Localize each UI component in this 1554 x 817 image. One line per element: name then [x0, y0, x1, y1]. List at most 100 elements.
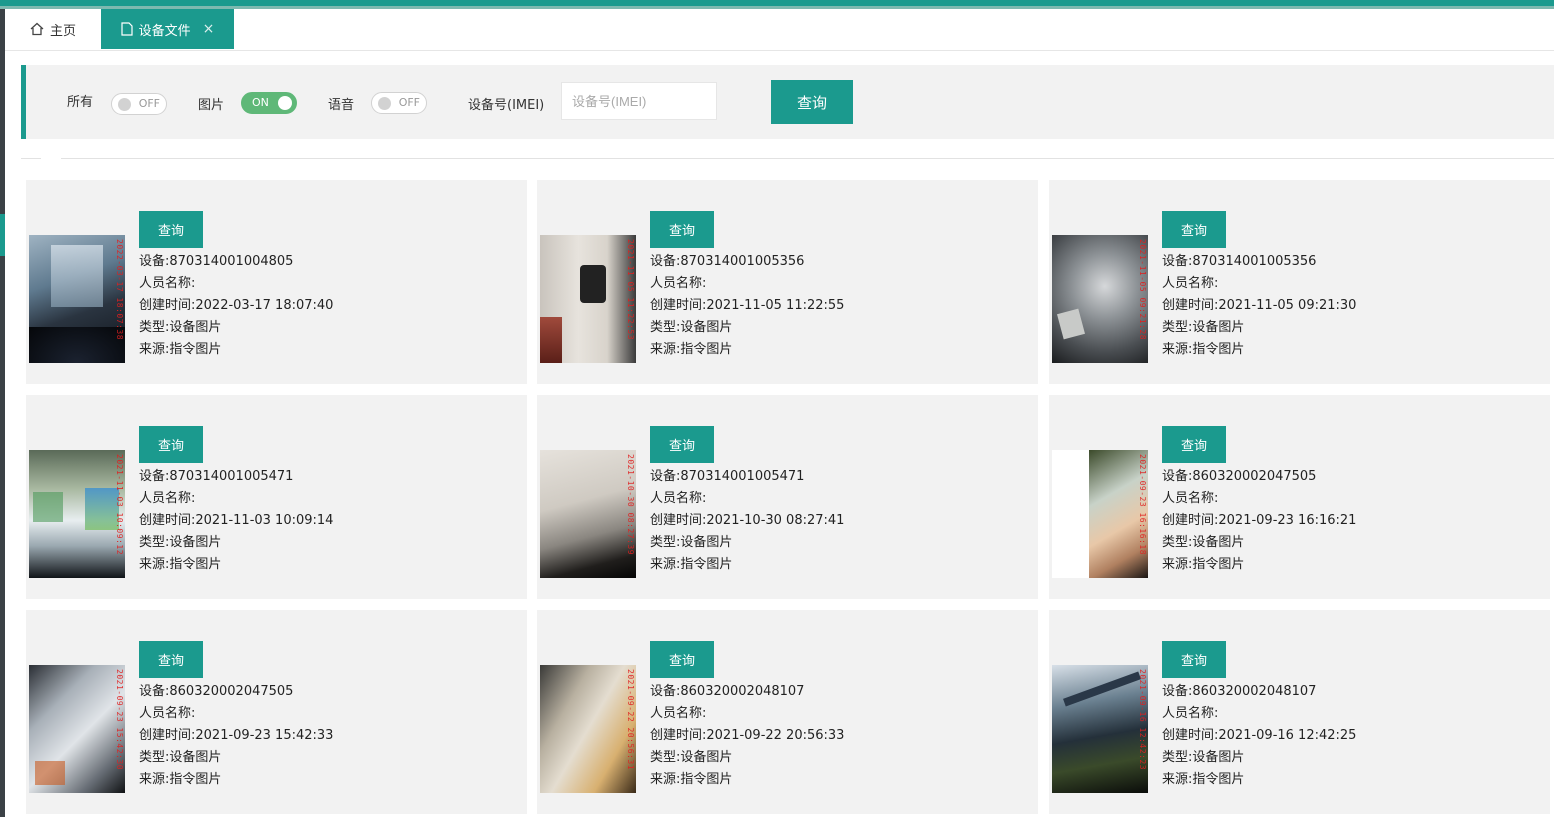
- card-query-button[interactable]: 查询: [1162, 641, 1226, 678]
- file-thumbnail[interactable]: 2021-09-22 20:56:31: [540, 665, 636, 793]
- filter-voice-label: 语音: [328, 98, 355, 113]
- divider: [21, 158, 41, 159]
- imei-input[interactable]: [561, 82, 717, 120]
- card-device: 设备:870314001005471: [650, 469, 805, 484]
- switch-knob: [278, 96, 292, 110]
- card-created: 创建时间:2022-03-17 18:07:40: [139, 298, 334, 313]
- file-thumbnail[interactable]: 2021-09-23 15:42:30: [29, 665, 125, 793]
- card-created: 创建时间:2021-10-30 08:27:41: [650, 513, 845, 528]
- sidebar-active-marker: [0, 214, 5, 256]
- card-query-button[interactable]: 查询: [1162, 426, 1226, 463]
- card-query-button[interactable]: 查询: [1162, 211, 1226, 248]
- card-person: 人员名称:: [650, 706, 707, 721]
- file-thumbnail[interactable]: 2022-03-17 18:07:38: [29, 235, 125, 363]
- card-type: 类型:设备图片: [650, 535, 733, 550]
- switch-knob: [378, 97, 391, 110]
- tab-bar: 主页 设备文件 ×: [5, 9, 1554, 51]
- card-source: 来源:指令图片: [650, 557, 733, 572]
- file-card: 2021-09-23 15:42:30 查询 设备:86032000204750…: [26, 610, 527, 814]
- tab-device-files[interactable]: 设备文件 ×: [101, 9, 234, 49]
- card-person: 人员名称:: [139, 276, 196, 291]
- card-created: 创建时间:2021-09-16 12:42:25: [1162, 728, 1357, 743]
- file-thumbnail[interactable]: 2021-10-30 08:27:39: [540, 450, 636, 578]
- tab-device-files-label: 设备文件: [138, 23, 191, 39]
- file-card: 2021-09-16 12:42:23 查询 设备:86032000204810…: [1049, 610, 1550, 814]
- card-created: 创建时间:2021-11-03 10:09:14: [139, 513, 334, 528]
- imei-label: 设备号(IMEI): [468, 98, 545, 113]
- card-person: 人员名称:: [650, 276, 707, 291]
- card-type: 类型:设备图片: [139, 750, 222, 765]
- card-device: 设备:870314001005471: [139, 469, 294, 484]
- card-query-button[interactable]: 查询: [139, 641, 203, 678]
- card-created: 创建时间:2021-09-23 15:42:33: [139, 728, 334, 743]
- card-type: 类型:设备图片: [650, 320, 733, 335]
- card-device: 设备:870314001005356: [1162, 254, 1317, 269]
- query-button[interactable]: 查询: [771, 80, 853, 124]
- card-device: 设备:860320002048107: [650, 684, 805, 699]
- thumbnail-timestamp: 2021-09-23 15:42:30: [115, 669, 124, 771]
- card-query-button[interactable]: 查询: [139, 426, 203, 463]
- file-card: 2021-11-03 10:09:12 查询 设备:87031400100547…: [26, 395, 527, 599]
- file-thumbnail[interactable]: 2021-09-23 16:16:18: [1052, 450, 1148, 578]
- thumbnail-timestamp: 2021-11-05 11:22:53: [626, 239, 635, 341]
- card-source: 来源:指令图片: [139, 772, 222, 787]
- card-type: 类型:设备图片: [139, 535, 222, 550]
- card-query-button[interactable]: 查询: [650, 426, 714, 463]
- thumbnail-timestamp: 2021-10-30 08:27:39: [626, 454, 635, 556]
- file-thumbnail[interactable]: 2021-11-05 09:21:28: [1052, 235, 1148, 363]
- thumbnail-timestamp: 2021-11-05 09:21:28: [1138, 239, 1147, 341]
- card-type: 类型:设备图片: [650, 750, 733, 765]
- file-card: 2021-11-05 09:21:28 查询 设备:87031400100535…: [1049, 180, 1550, 384]
- card-source: 来源:指令图片: [650, 772, 733, 787]
- divider: [61, 158, 1554, 159]
- file-card: 2021-11-05 11:22:53 查询 设备:87031400100535…: [537, 180, 1038, 384]
- card-query-button[interactable]: 查询: [650, 641, 714, 678]
- card-person: 人员名称:: [1162, 276, 1219, 291]
- filter-image-label: 图片: [198, 98, 225, 113]
- file-card: 2022-03-17 18:07:38 查询 设备:87031400100480…: [26, 180, 527, 384]
- switch-state-text: OFF: [138, 97, 160, 110]
- file-thumbnail[interactable]: 2021-11-05 11:22:53: [540, 235, 636, 363]
- card-source: 来源:指令图片: [1162, 772, 1245, 787]
- filter-voice-switch[interactable]: OFF: [371, 92, 427, 114]
- card-created: 创建时间:2021-09-23 16:16:21: [1162, 513, 1357, 528]
- file-card: 2021-09-23 16:16:18 查询 设备:86032000204750…: [1049, 395, 1550, 599]
- close-icon[interactable]: ×: [203, 21, 215, 37]
- card-person: 人员名称:: [1162, 491, 1219, 506]
- switch-state-text: ON: [252, 96, 269, 109]
- switch-knob: [118, 98, 131, 111]
- card-device: 设备:860320002048107: [1162, 684, 1317, 699]
- file-card: 2021-09-22 20:56:31 查询 设备:86032000204810…: [537, 610, 1038, 814]
- thumbnail-timestamp: 2022-03-17 18:07:38: [115, 239, 124, 341]
- card-created: 创建时间:2021-11-05 09:21:30: [1162, 298, 1357, 313]
- card-query-button[interactable]: 查询: [650, 211, 714, 248]
- left-sidebar-collapsed: [0, 9, 5, 817]
- file-thumbnail[interactable]: 2021-09-16 12:42:23: [1052, 665, 1148, 793]
- thumbnail-timestamp: 2021-09-23 16:16:18: [1138, 454, 1147, 556]
- card-query-button[interactable]: 查询: [139, 211, 203, 248]
- card-source: 来源:指令图片: [139, 557, 222, 572]
- card-source: 来源:指令图片: [139, 342, 222, 357]
- card-created: 创建时间:2021-11-05 11:22:55: [650, 298, 845, 313]
- tab-home[interactable]: 主页: [5, 9, 101, 49]
- card-source: 来源:指令图片: [1162, 557, 1245, 572]
- card-device: 设备:870314001004805: [139, 254, 294, 269]
- card-device: 设备:860320002047505: [139, 684, 294, 699]
- card-source: 来源:指令图片: [650, 342, 733, 357]
- card-created: 创建时间:2021-09-22 20:56:33: [650, 728, 845, 743]
- filter-image-switch[interactable]: ON: [241, 92, 297, 114]
- card-device: 设备:870314001005356: [650, 254, 805, 269]
- card-person: 人员名称:: [139, 491, 196, 506]
- card-person: 人员名称:: [650, 491, 707, 506]
- file-thumbnail[interactable]: 2021-11-03 10:09:12: [29, 450, 125, 578]
- filter-panel: 所有 OFF 图片 ON 语音 OFF 设备号(IMEI) 查询: [21, 65, 1554, 139]
- card-person: 人员名称:: [139, 706, 196, 721]
- file-icon: [121, 22, 133, 36]
- card-type: 类型:设备图片: [139, 320, 222, 335]
- filter-all-switch[interactable]: OFF: [111, 93, 167, 115]
- switch-state-text: OFF: [398, 96, 420, 109]
- file-card: 2021-10-30 08:27:39 查询 设备:87031400100547…: [537, 395, 1038, 599]
- thumbnail-timestamp: 2021-09-16 12:42:23: [1138, 669, 1147, 771]
- card-device: 设备:860320002047505: [1162, 469, 1317, 484]
- tab-home-label: 主页: [49, 23, 76, 39]
